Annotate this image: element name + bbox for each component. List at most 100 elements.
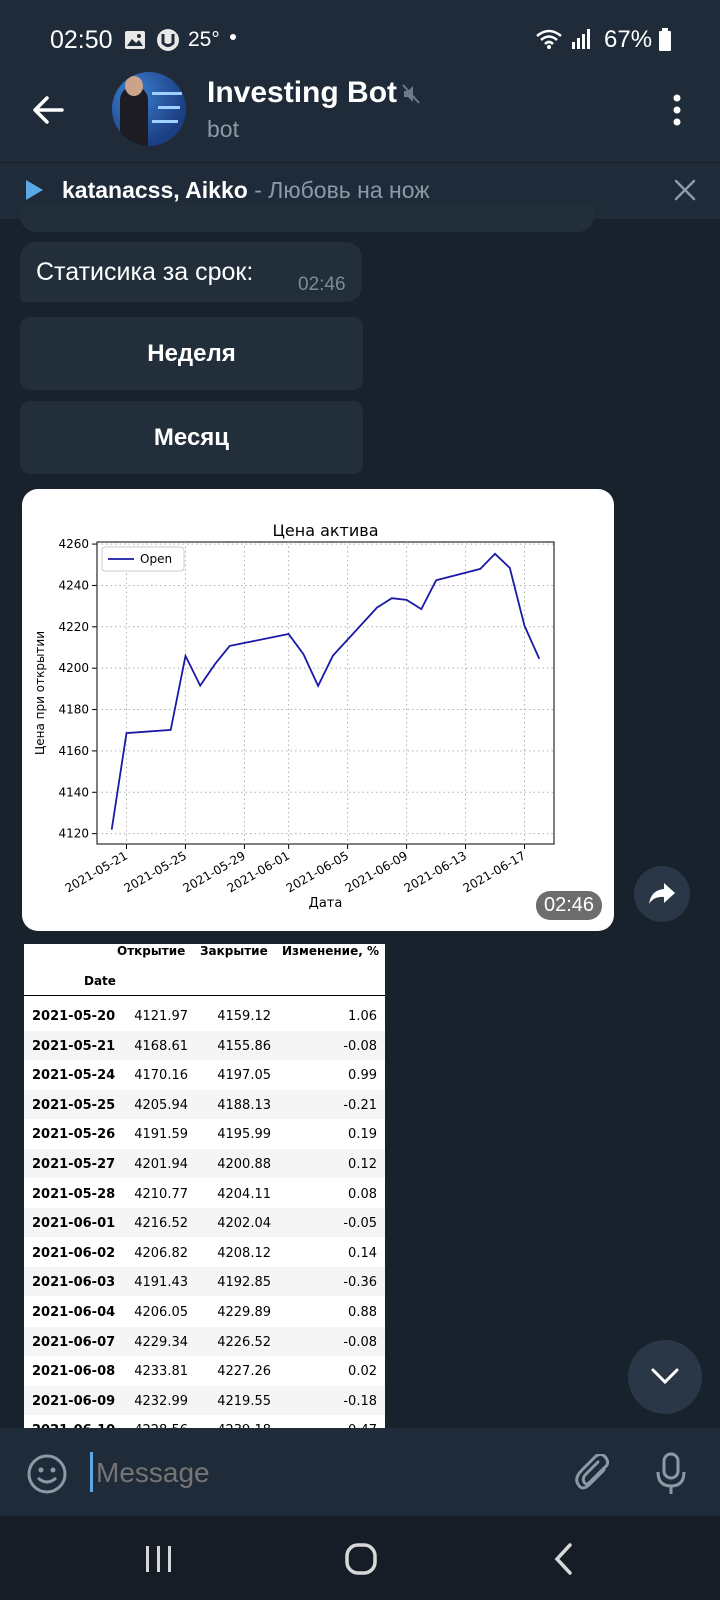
table-cell: -0.18 (343, 1393, 377, 1409)
bot-avatar[interactable] (112, 72, 186, 146)
chart-image[interactable]: 4120 4140 4160 4180 4200 4220 4240 4260 2021-05-… (22, 489, 614, 931)
table-cell: 4159.12 (217, 1009, 271, 1024)
row-date: 2021-06-02 (32, 1245, 116, 1261)
table-cell: 4192.85 (217, 1275, 271, 1291)
table-cell: 0.19 (348, 1127, 377, 1143)
week-button[interactable]: Неделя (20, 317, 363, 390)
chat-header: Investing Bot bot (0, 62, 720, 162)
row-date: 2021-06-07 (32, 1334, 116, 1350)
row-date: 2021-05-25 (32, 1097, 116, 1113)
table-cell: -0.05 (343, 1216, 377, 1232)
y-tick-label: 4260 (58, 537, 89, 551)
table-cell: 4200.88 (217, 1157, 271, 1172)
status-bar: 02:50 25° 67% (0, 0, 720, 62)
status-time: 02:50 (50, 26, 113, 54)
table-cell: 0.02 (348, 1364, 377, 1380)
table-cell: 4206.05 (134, 1305, 188, 1320)
table-cell: 4219.55 (217, 1393, 271, 1409)
now-playing-text: katanacss, Aikko - Любовь на нож (62, 177, 430, 203)
table-row: 2021-06-104228.564239.180.47 (24, 1415, 385, 1428)
legend-label: Open (140, 552, 172, 566)
message-input[interactable] (94, 1450, 538, 1496)
table-cell: 4232.99 (134, 1393, 188, 1409)
previous-message-edge (20, 206, 594, 232)
table-row: 2021-05-26 4191.59 4195.99 0.19 (24, 1119, 385, 1148)
message-time: 02:46 (298, 274, 346, 295)
microphone-icon[interactable] (656, 1452, 686, 1496)
row-date: 2021-05-24 (32, 1068, 116, 1084)
table-cell: 0.14 (348, 1245, 377, 1261)
x-tick-label: 2021-05-21 (63, 848, 130, 895)
row-date: 2021-06-03 (32, 1275, 116, 1291)
y-tick-label: 4160 (58, 744, 89, 758)
table-cell: 4121.97 (134, 1009, 188, 1024)
table-row: 2021-06-01 4216.52 4202.04 -0.05 (24, 1208, 385, 1238)
table-cell: 4202.04 (217, 1216, 271, 1232)
text-cursor (90, 1452, 93, 1492)
month-button[interactable]: Месяц (20, 401, 363, 474)
back-arrow-icon[interactable] (32, 95, 64, 125)
x-tick-label: 2021-06-09 (343, 848, 410, 895)
system-nav-bar (0, 1516, 720, 1600)
emoji-icon[interactable] (27, 1454, 67, 1494)
table-cell: 4233.81 (134, 1364, 188, 1380)
chat-subtitle: bot (207, 116, 239, 142)
message-bubble[interactable]: Статисика за срок: 02:46 (20, 242, 362, 302)
table-cell: 4227.26 (217, 1364, 271, 1380)
x-axis-label: Дата (309, 896, 343, 911)
table-image[interactable]: Открытие Закрытие Изменение, % Date 2021… (24, 944, 385, 1428)
table-row: 2021-06-02 4206.82 4208.12 0.14 (24, 1238, 385, 1267)
play-icon[interactable] (24, 179, 44, 201)
y-tick-label: 4140 (58, 785, 89, 799)
price-chart: 4120 4140 4160 4180 4200 4220 4240 4260 2021-05-… (33, 521, 555, 911)
row-date: 2021-06-04 (32, 1305, 116, 1320)
table-cell: 4206.82 (134, 1245, 188, 1261)
more-menu-icon[interactable] (672, 94, 682, 126)
close-icon[interactable] (674, 179, 696, 201)
attach-icon[interactable] (574, 1454, 612, 1494)
table-cell: 4204.11 (217, 1186, 271, 1202)
home-icon[interactable] (344, 1542, 378, 1576)
table-cell: 4195.99 (217, 1127, 271, 1143)
header-divider (24, 995, 385, 996)
message-composer (0, 1428, 720, 1516)
row-date: 2021-05-20 (32, 1009, 116, 1024)
row-date: 2021-05-28 (32, 1186, 116, 1202)
y-tick-label: 4200 (58, 661, 89, 675)
table-cell: 4208.12 (217, 1245, 271, 1261)
notification-dot (230, 34, 236, 40)
table-row: 2021-05-27 4201.94 4200.88 0.12 (24, 1149, 385, 1178)
wifi-icon (536, 29, 562, 49)
table-cell: -0.21 (343, 1097, 377, 1113)
table-cell: 4205.94 (134, 1097, 188, 1113)
row-date: 2021-05-26 (32, 1127, 116, 1143)
recent-apps-icon[interactable] (144, 1544, 174, 1574)
y-tick-label: 4120 (58, 827, 89, 841)
mute-icon (402, 84, 420, 104)
signal-icon (572, 29, 590, 49)
row-date: 2021-06-01 (32, 1216, 116, 1232)
table-cell: 4201.94 (134, 1157, 188, 1172)
x-tick-label: 2021-06-05 (284, 848, 351, 895)
y-axis-label: Цена при открытии (33, 631, 47, 755)
column-header: Закрытие (200, 944, 268, 958)
chat-title[interactable]: Investing Bot (207, 76, 397, 110)
track-artist: katanacss, Aikko (62, 177, 248, 203)
message-text: Статисика за срок: (36, 258, 254, 286)
table-row: 2021-06-09 4232.99 4219.55 -0.18 (24, 1385, 385, 1415)
forward-button[interactable] (634, 866, 690, 922)
table-cell: -0.36 (343, 1275, 377, 1291)
forward-icon (649, 883, 675, 904)
table-cell: 4191.43 (134, 1275, 188, 1291)
table-row: 2021-06-07 4229.34 4226.52 -0.08 (24, 1326, 385, 1356)
battery-icon (659, 28, 671, 51)
y-tick-label: 4180 (58, 703, 89, 717)
y-tick-label: 4240 (58, 578, 89, 592)
table-cell: 4191.59 (134, 1127, 188, 1143)
chart-time: 02:46 (536, 891, 603, 920)
y-tick-label: 4220 (58, 620, 89, 634)
scroll-down-button[interactable] (628, 1340, 702, 1414)
chevron-down-icon (651, 1368, 679, 1385)
table-row: 2021-06-03 4191.43 4192.85 -0.36 (24, 1267, 385, 1297)
back-icon[interactable] (552, 1542, 574, 1576)
